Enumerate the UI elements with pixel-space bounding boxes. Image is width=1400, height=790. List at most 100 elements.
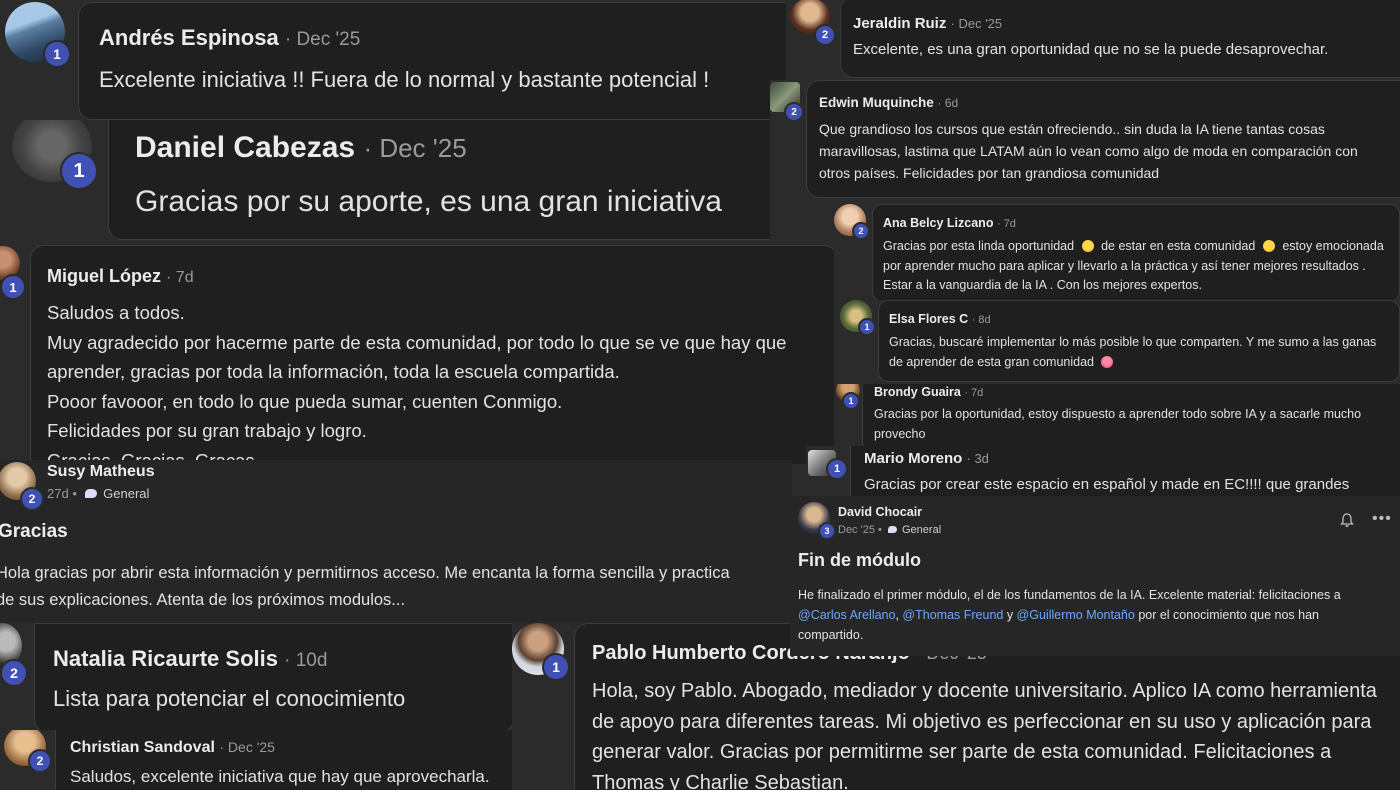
author-name[interactable]: Ana Belcy Lizcano (883, 216, 993, 230)
post-segment: por el conocimiento que nos han (1134, 608, 1319, 622)
author-name[interactable]: Edwin Muquinche (819, 95, 934, 110)
comment-line: Gracias por esta linda oportunidad de es… (883, 237, 1384, 257)
comment-text: Lista para potenciar el conocimiento (53, 686, 406, 711)
level-badge: 2 (852, 222, 870, 240)
comment-line: Muy agradecido por hacerme parte de esta… (47, 331, 787, 353)
post-title[interactable]: Fin de módulo (798, 550, 921, 571)
post-susy: 2 Susy Matheus 27d • General Gracias Hol… (0, 460, 792, 623)
comment-text: Gracias por crear este espacio en españo… (864, 476, 1350, 493)
author-name[interactable]: Brondy Guaira (874, 385, 961, 399)
author-name[interactable]: Andrés Espinosa (99, 25, 279, 50)
comment-bubble: Mario Moreno · 3d Gracias por crear este… (850, 446, 1400, 496)
comment-natalia: 2 Natalia Ricaurte Solis · 10d Lista par… (0, 623, 512, 730)
comment-text: Saludos, excelente iniciativa que hay qu… (70, 767, 490, 786)
comment-bubble: Edwin Muquinche · 6d Que grandioso los c… (806, 80, 1400, 198)
level-badge: 1 (542, 653, 570, 681)
comment-segment: de estar en esta comunidad (1101, 239, 1256, 253)
comment-line: generar valor. Gracias por permitirme se… (592, 741, 1332, 763)
author-name[interactable]: David Chocair (838, 505, 922, 519)
more-icon[interactable]: ••• (1372, 510, 1392, 528)
author-name[interactable]: Miguel López (47, 266, 161, 286)
comment-line: Thomas y Charlie Sebastian. (592, 771, 849, 790)
comment-time: · 7d (166, 269, 194, 286)
level-badge: 2 (28, 749, 52, 773)
comment-time: · Dec '25 (219, 739, 275, 755)
comment-miguel: 1 Miguel López · 7d Saludos a todos. Muy… (0, 242, 838, 464)
heart-eyes-emoji-icon (1100, 355, 1113, 368)
smiling-face-emoji-icon (1081, 240, 1094, 252)
comment-line: Pooor favooor, en todo lo que pueda suma… (47, 390, 563, 412)
post-segment: y (1003, 608, 1017, 622)
comment-segment: de aprender de esta gran comunidad (889, 354, 1095, 369)
comment-line: Felicidades por su gran trabajo y logro. (47, 420, 367, 441)
level-badge: 1 (60, 152, 98, 190)
comment-bubble: Elsa Flores C · 8d Gracias, buscaré impl… (878, 300, 1400, 382)
mention-link[interactable]: @Carlos Arellano (798, 608, 895, 622)
post-line: compartido. (798, 628, 864, 642)
post-category[interactable]: General (103, 486, 149, 501)
chat-bubble-icon (84, 489, 97, 498)
comment-christian: 2 Christian Sandoval · Dec '25 Saludos, … (0, 730, 512, 790)
comment-time: · 7d (996, 218, 1016, 230)
comment-time: · Dec '25 (950, 16, 1003, 31)
comment-edwin: 2 Edwin Muquinche · 6d Que grandioso los… (770, 80, 1400, 200)
author-name[interactable]: Christian Sandoval (70, 739, 215, 756)
post-category[interactable]: General (902, 524, 941, 536)
separator: • (878, 524, 882, 536)
comment-line: Hola, soy Pablo. Abogado, mediador y doc… (592, 680, 1377, 702)
comment-line: Saludos a todos. (47, 302, 185, 323)
comment-line: de apoyo para diferentes tareas. Mi obje… (592, 710, 1372, 733)
comment-time: · Dec '25 (363, 133, 467, 163)
comment-segment: Gracias por esta linda oportunidad (883, 239, 1075, 253)
comment-time: · 7d (964, 387, 984, 399)
level-badge: 1 (842, 392, 860, 410)
comment-line: provecho (874, 426, 926, 441)
level-badge: 3 (818, 522, 836, 540)
level-badge: 1 (43, 40, 71, 68)
comment-bubble: Jeraldin Ruiz · Dec '25 Excelente, es un… (840, 0, 1400, 78)
comment-line: Estar a la vanguardia de la IA . Con los… (883, 278, 1202, 292)
post-line: Hola gracias por abrir esta información … (0, 564, 730, 582)
author-name[interactable]: Jeraldin Ruiz (853, 15, 946, 32)
comment-elsa: 1 Elsa Flores C · 8d Gracias, buscaré im… (834, 300, 1400, 384)
post-david: 3 David Chocair Dec '25 • General ••• Fi… (790, 496, 1400, 656)
bell-icon[interactable] (1339, 512, 1355, 528)
author-name[interactable]: Mario Moreno (864, 450, 962, 467)
post-time: 27d (47, 486, 69, 501)
comment-line: Que grandioso los cursos que están ofrec… (819, 121, 1325, 137)
comment-bubble: Andrés Espinosa · Dec '25 Excelente inic… (78, 2, 790, 120)
mention-link[interactable]: @Thomas Freund (902, 608, 1003, 622)
author-name[interactable]: Daniel Cabezas (135, 131, 355, 164)
comment-brondy: 1 Brondy Guaira · 7d Gracias por la opor… (834, 384, 1400, 448)
comment-time: · 8d (971, 314, 991, 326)
comment-daniel: 1 Daniel Cabezas · Dec '25 Gracias por s… (0, 120, 770, 242)
comment-segment: estoy emocionada (1282, 239, 1384, 253)
comment-line: Gracias por la oportunidad, estoy dispue… (874, 407, 1362, 421)
level-badge: 2 (0, 659, 28, 687)
post-title[interactable]: Gracias (0, 521, 68, 543)
comment-line: de aprender de esta gran comunidad (889, 353, 1376, 373)
level-badge: 1 (826, 458, 848, 480)
comment-bubble: Ana Belcy Lizcano · 7d Gracias por esta … (872, 204, 1400, 300)
comment-time: · 6d (937, 96, 959, 110)
chat-bubble-icon (887, 526, 897, 533)
author-name[interactable]: Susy Matheus (47, 463, 155, 481)
mention-link[interactable]: @Guillermo Montaño (1017, 608, 1135, 622)
comment-jeraldin: 2 Jeraldin Ruiz · Dec '25 Excelente, es … (786, 0, 1400, 80)
post-line: de sus explicaciones. Atenta de los próx… (0, 591, 406, 609)
comment-text: Excelente iniciativa !! Fuera de lo norm… (99, 67, 710, 92)
post-time: Dec '25 (838, 524, 875, 536)
comment-time: · 3d (966, 451, 989, 466)
comment-time: · 10d (284, 650, 328, 671)
level-badge: 2 (784, 102, 804, 122)
post-line: @Carlos Arellano, @Thomas Freund y @Guil… (798, 605, 1341, 625)
comment-mario: 1 Mario Moreno · 3d Gracias por crear es… (806, 446, 1400, 496)
comment-line: Gracias, buscaré implementar lo más posi… (889, 335, 1377, 349)
author-name[interactable]: Natalia Ricaurte Solis (53, 646, 278, 671)
comment-bubble: Miguel López · 7d Saludos a todos. Muy a… (30, 245, 838, 464)
comment-bubble: Brondy Guaira · 7d Gracias por la oportu… (862, 384, 1400, 448)
comment-line: por aprender mucho para aplicar y llevar… (883, 258, 1366, 273)
author-name[interactable]: Elsa Flores C (889, 312, 968, 326)
comment-time: · Dec '25 (284, 29, 361, 50)
comment-bubble: Christian Sandoval · Dec '25 Saludos, ex… (55, 730, 512, 790)
